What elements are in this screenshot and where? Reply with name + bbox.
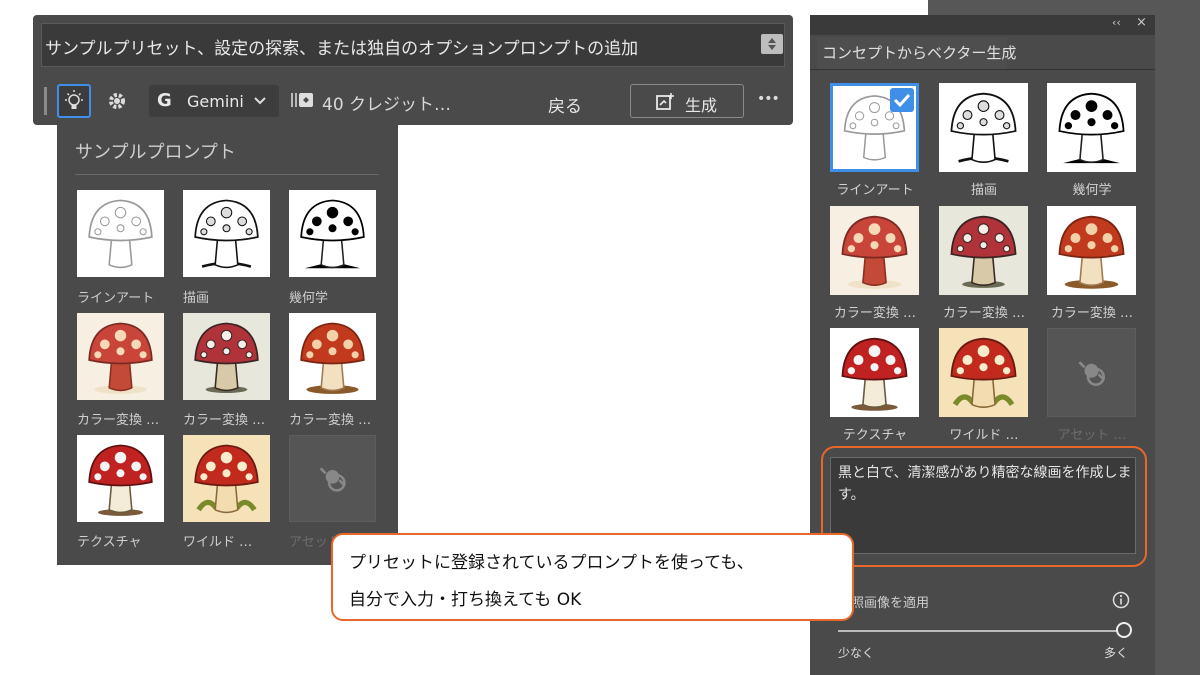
- style-tile[interactable]: [939, 83, 1028, 172]
- callout-text-line2: 自分で入力・打ち換えても OK: [349, 590, 582, 610]
- style-tile-label: カラー変換 …: [1050, 306, 1134, 321]
- divider: [75, 174, 379, 175]
- style-tile-label: テクスチャ: [842, 428, 908, 443]
- style-tile-label: ラインアート: [836, 183, 914, 198]
- toolbar-divider: [44, 87, 47, 115]
- style-tile-label: アセット …: [1057, 428, 1127, 443]
- divider: [810, 69, 1155, 70]
- credits-icon: [291, 90, 321, 114]
- style-tile[interactable]: [830, 328, 919, 417]
- style-tile[interactable]: [830, 83, 919, 172]
- lightbulb-icon: [65, 90, 83, 109]
- highlight-outline: [821, 446, 1147, 567]
- sample-tile[interactable]: [183, 313, 270, 400]
- chevron-down-icon: [254, 97, 266, 105]
- generate-icon: [656, 93, 674, 110]
- sample-tile[interactable]: [183, 435, 270, 522]
- checkmark-icon: [890, 88, 914, 112]
- generate-button[interactable]: 生成: [630, 84, 744, 118]
- style-tile-label: 描画: [970, 183, 997, 198]
- tab-label: コンセプトからベクター生成: [822, 44, 1017, 62]
- sample-tile[interactable]: [289, 313, 376, 400]
- info-icon[interactable]: [1112, 591, 1130, 613]
- generate-label: 生成: [685, 96, 718, 115]
- settings-button[interactable]: [106, 90, 128, 116]
- google-g-icon: G: [157, 90, 172, 111]
- sample-tile-label: カラー変換 …: [289, 413, 372, 428]
- style-tile[interactable]: [939, 328, 1028, 417]
- style-tile[interactable]: [1047, 83, 1136, 172]
- style-tile[interactable]: [830, 206, 919, 295]
- slider-min-label: 少なく: [838, 646, 875, 660]
- back-button[interactable]: 戻る: [548, 92, 582, 117]
- style-tile-label: ワイルド …: [949, 428, 1019, 443]
- credits-label: 40 クレジット…: [322, 95, 452, 115]
- model-select[interactable]: G Gemini: [149, 85, 279, 117]
- sample-tile-label: 描画: [183, 291, 210, 306]
- style-tile-label: カラー変換 …: [833, 306, 917, 321]
- style-tile[interactable]: [1047, 328, 1136, 417]
- collapse-icon[interactable]: ‹‹: [1112, 16, 1121, 29]
- prompt-placeholder: サンプルプリセット、設定の探索、または独自のオプションプロンプトの追加: [45, 39, 639, 59]
- panel-header: ‹‹ ×: [810, 15, 1155, 35]
- sample-tile-label: テクスチャ: [77, 535, 142, 550]
- sample-tile[interactable]: [77, 190, 164, 277]
- style-tile-label: 幾何学: [1072, 183, 1112, 198]
- reference-slider-thumb[interactable]: [1116, 622, 1132, 638]
- reference-slider-track[interactable]: [838, 630, 1123, 632]
- sample-tile-label: ワイルド …: [183, 535, 253, 550]
- sample-tile-label: カラー変換 …: [183, 413, 266, 428]
- sample-panel-title: サンプルプロンプト: [75, 142, 236, 163]
- style-tile[interactable]: [939, 206, 1028, 295]
- scroll-arrows-icon: [768, 38, 776, 50]
- model-name: Gemini: [187, 92, 244, 111]
- style-tile-label: カラー変換 …: [942, 306, 1026, 321]
- sample-tile[interactable]: [183, 190, 270, 277]
- slider-max-label: 多く: [1104, 646, 1129, 660]
- sample-tile-label: ラインアート: [77, 291, 155, 306]
- sample-tile-label: 幾何学: [289, 291, 329, 306]
- prompt-scroll-button[interactable]: [761, 34, 783, 54]
- more-options-icon[interactable]: •••: [757, 91, 780, 107]
- style-tile[interactable]: [1047, 206, 1136, 295]
- sample-tile[interactable]: [289, 435, 376, 522]
- close-icon[interactable]: ×: [1136, 15, 1147, 30]
- callout-text-line1: プリセットに登録されているプロンプトを使っても、: [349, 553, 754, 573]
- sample-tile-label: カラー変換 …: [77, 413, 160, 428]
- gear-icon: [109, 93, 125, 109]
- sample-tile[interactable]: [289, 190, 376, 277]
- sample-tile[interactable]: [77, 313, 164, 400]
- sample-tile[interactable]: [77, 435, 164, 522]
- sample-prompts-button[interactable]: [57, 84, 91, 118]
